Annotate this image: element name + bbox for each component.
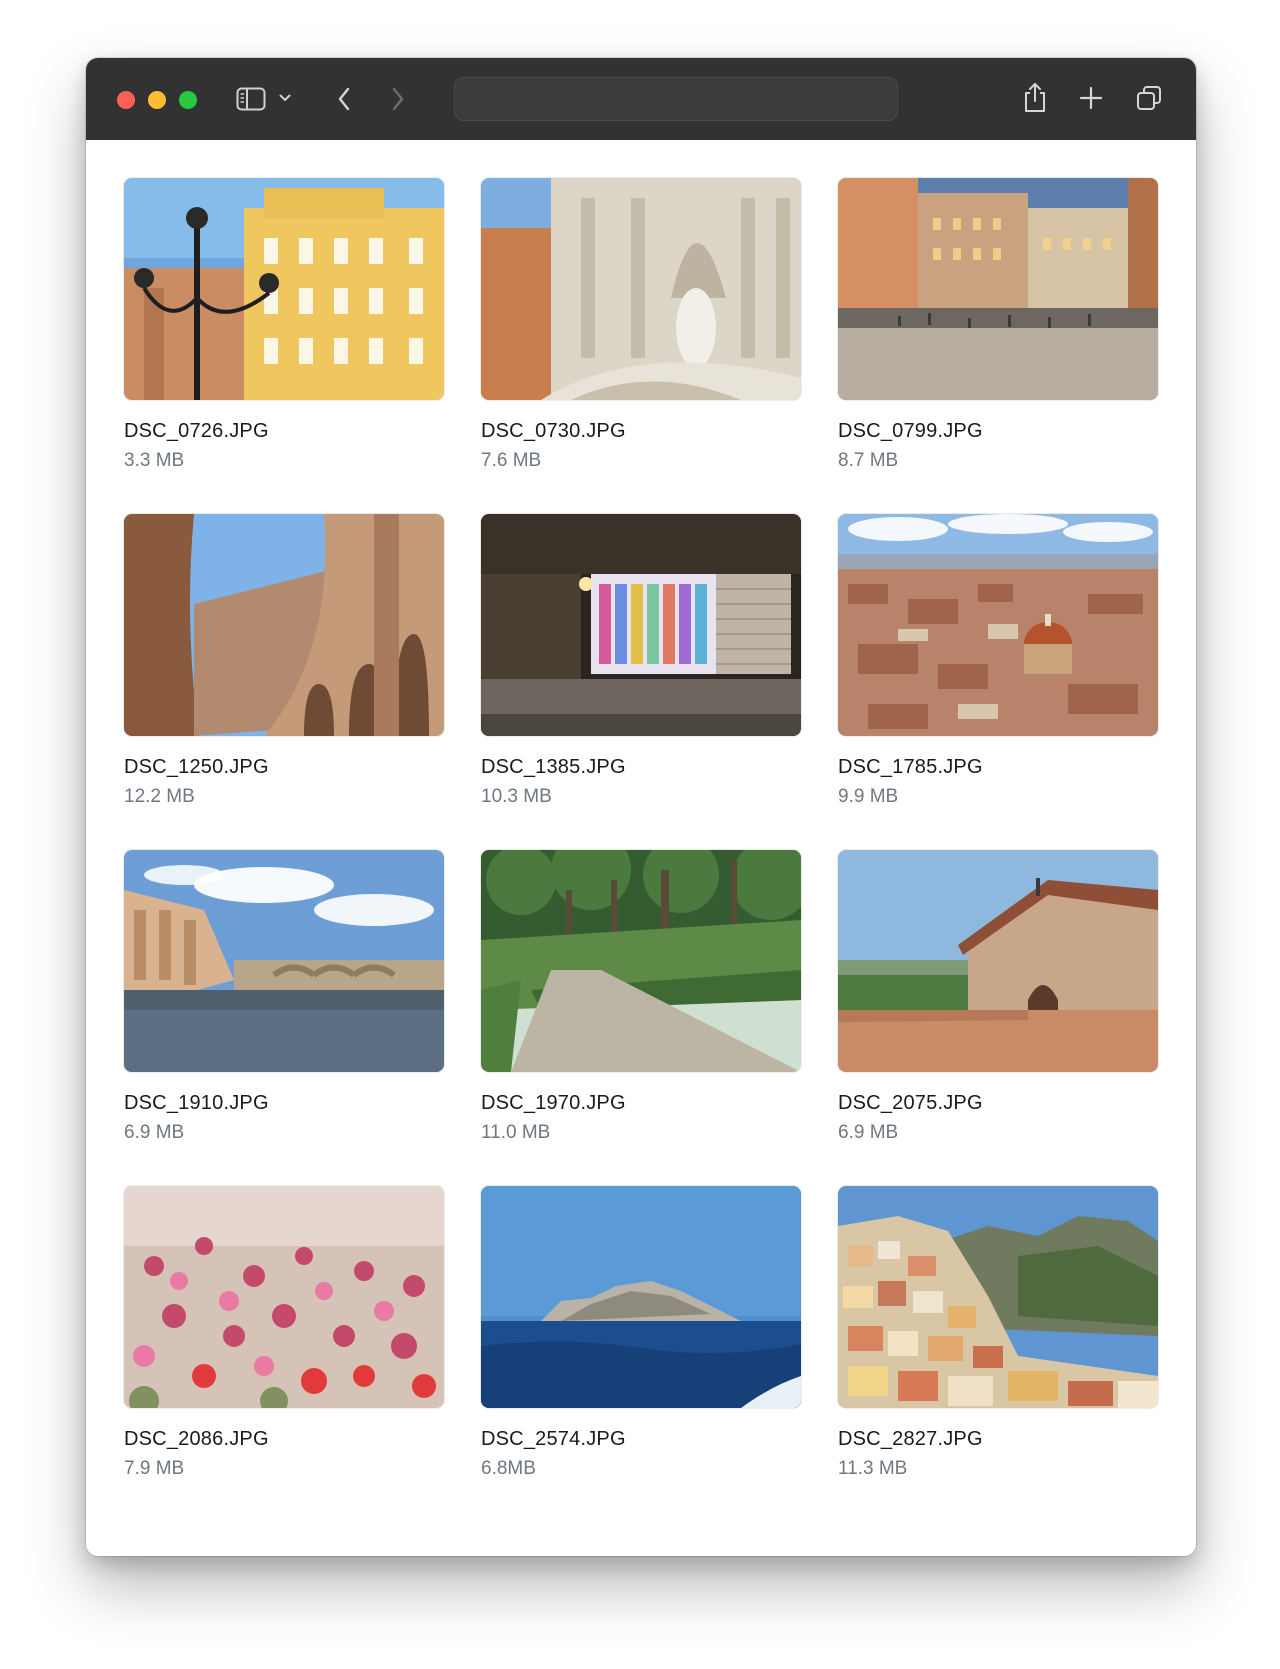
file-tile[interactable]: DSC_1385.JPG 10.3 MB: [481, 514, 801, 850]
file-name: DSC_1785.JPG: [838, 756, 983, 778]
file-size: 10.3 MB: [481, 786, 552, 807]
photo-thumbnail[interactable]: [481, 178, 801, 400]
file-size: 9.9 MB: [838, 786, 899, 807]
file-name: DSC_0730.JPG: [481, 420, 626, 442]
chevron-down-icon[interactable]: [278, 91, 292, 105]
titlebar: [86, 58, 1196, 141]
file-name: DSC_2086.JPG: [124, 1428, 269, 1450]
file-size: 7.6 MB: [481, 450, 542, 471]
file-size: 6.9 MB: [124, 1122, 185, 1143]
browser-window: DSC_0726.JPG 3.3 MB DSC_0730.JPG 7.6 MB …: [86, 58, 1196, 1556]
file-tile[interactable]: DSC_2827.JPG 11.3 MB: [838, 1186, 1158, 1522]
file-name: DSC_1250.JPG: [124, 756, 269, 778]
photo-thumbnail[interactable]: [481, 514, 801, 736]
file-tile[interactable]: DSC_2086.JPG 7.9 MB: [124, 1186, 444, 1522]
forward-arrow-icon[interactable]: [388, 85, 408, 113]
photo-thumbnail[interactable]: [838, 850, 1158, 1072]
sidebar-toggle-icon[interactable]: [236, 85, 266, 113]
file-tile[interactable]: DSC_0730.JPG 7.6 MB: [481, 178, 801, 514]
file-size: 3.3 MB: [124, 450, 185, 471]
new-tab-icon[interactable]: [1078, 85, 1104, 111]
file-size: 11.0 MB: [481, 1122, 551, 1143]
file-size: 7.9 MB: [124, 1458, 185, 1479]
file-name: DSC_1910.JPG: [124, 1092, 269, 1114]
photo-thumbnail[interactable]: [481, 1186, 801, 1408]
file-name: DSC_2827.JPG: [838, 1428, 983, 1450]
photo-thumbnail[interactable]: [838, 1186, 1158, 1408]
file-tile[interactable]: DSC_1250.JPG 12.2 MB: [124, 514, 444, 850]
photo-thumbnail[interactable]: [838, 178, 1158, 400]
tab-overview-icon[interactable]: [1134, 83, 1164, 113]
photo-thumbnail[interactable]: [838, 514, 1158, 736]
file-name: DSC_2574.JPG: [481, 1428, 626, 1450]
file-tile[interactable]: DSC_0726.JPG 3.3 MB: [124, 178, 444, 514]
share-icon[interactable]: [1020, 80, 1050, 114]
photo-thumbnail[interactable]: [124, 1186, 444, 1408]
back-arrow-icon[interactable]: [334, 85, 354, 113]
photo-thumbnail[interactable]: [481, 850, 801, 1072]
file-tile[interactable]: DSC_0799.JPG 8.7 MB: [838, 178, 1158, 514]
file-size: 12.2 MB: [124, 786, 195, 807]
address-bar[interactable]: [454, 77, 898, 121]
zoom-window-button[interactable]: [179, 91, 197, 109]
file-tile[interactable]: DSC_1785.JPG 9.9 MB: [838, 514, 1158, 850]
file-tile[interactable]: DSC_1970.JPG 11.0 MB: [481, 850, 801, 1186]
thumbnail-grid: DSC_0726.JPG 3.3 MB DSC_0730.JPG 7.6 MB …: [124, 178, 1158, 1522]
file-tile[interactable]: DSC_2574.JPG 6.8MB: [481, 1186, 801, 1522]
file-name: DSC_0726.JPG: [124, 420, 269, 442]
file-tile[interactable]: DSC_1910.JPG 6.9 MB: [124, 850, 444, 1186]
file-size: 6.9 MB: [838, 1122, 899, 1143]
close-window-button[interactable]: [117, 91, 135, 109]
file-size: 6.8MB: [481, 1458, 536, 1479]
file-gallery: DSC_0726.JPG 3.3 MB DSC_0730.JPG 7.6 MB …: [86, 140, 1196, 1556]
minimize-window-button[interactable]: [148, 91, 166, 109]
photo-thumbnail[interactable]: [124, 178, 444, 400]
file-tile[interactable]: DSC_2075.JPG 6.9 MB: [838, 850, 1158, 1186]
photo-thumbnail[interactable]: [124, 514, 444, 736]
file-name: DSC_0799.JPG: [838, 420, 983, 442]
photo-thumbnail[interactable]: [124, 850, 444, 1072]
file-name: DSC_2075.JPG: [838, 1092, 983, 1114]
file-name: DSC_1385.JPG: [481, 756, 626, 778]
file-size: 11.3 MB: [838, 1458, 908, 1479]
file-name: DSC_1970.JPG: [481, 1092, 626, 1114]
file-size: 8.7 MB: [838, 450, 899, 471]
